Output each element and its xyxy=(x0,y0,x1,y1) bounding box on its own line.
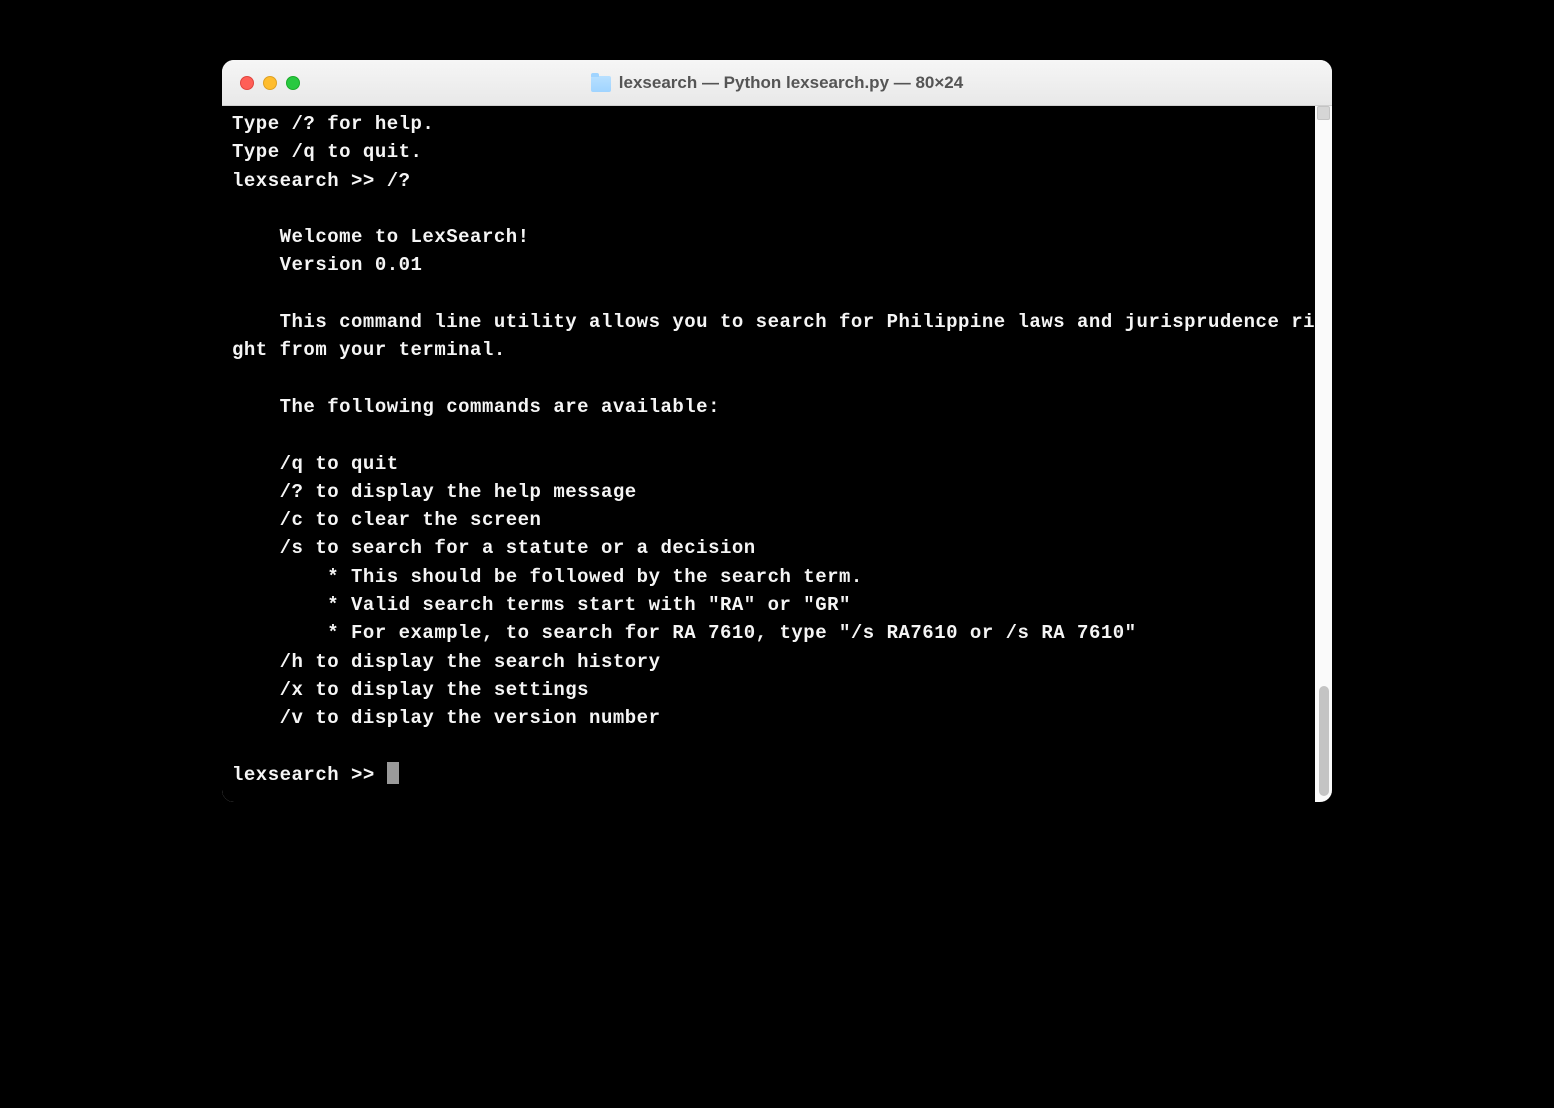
terminal-line: /c to clear the screen xyxy=(232,506,1322,534)
window-titlebar[interactable]: lexsearch — Python lexsearch.py — 80×24 xyxy=(222,60,1332,106)
traffic-lights xyxy=(222,76,300,90)
terminal-content[interactable]: Type /? for help.Type /q to quit.lexsear… xyxy=(222,106,1332,802)
terminal-line: /v to display the version number xyxy=(232,704,1322,732)
terminal-line xyxy=(232,280,1322,308)
terminal-line: /s to search for a statute or a decision xyxy=(232,534,1322,562)
maximize-button[interactable] xyxy=(286,76,300,90)
terminal-line: /x to display the settings xyxy=(232,676,1322,704)
terminal-line xyxy=(232,421,1322,449)
terminal-line: Version 0.01 xyxy=(232,251,1322,279)
minimize-button[interactable] xyxy=(263,76,277,90)
terminal-line: Welcome to LexSearch! xyxy=(232,223,1322,251)
terminal-line: /q to quit xyxy=(232,450,1322,478)
close-button[interactable] xyxy=(240,76,254,90)
terminal-line: This command line utility allows you to … xyxy=(232,308,1322,365)
terminal-line: /? to display the help message xyxy=(232,478,1322,506)
terminal-prompt[interactable]: lexsearch >> xyxy=(232,761,1322,789)
folder-icon xyxy=(591,76,611,92)
terminal-line xyxy=(232,365,1322,393)
terminal-line: * For example, to search for RA 7610, ty… xyxy=(232,619,1322,647)
terminal-line: Type /? for help. xyxy=(232,110,1322,138)
window-title-text: lexsearch — Python lexsearch.py — 80×24 xyxy=(619,73,963,93)
scrollbar-indicator-icon xyxy=(1317,106,1330,120)
prompt-text: lexsearch >> xyxy=(232,764,387,786)
cursor-icon xyxy=(387,762,399,784)
terminal-line: * This should be followed by the search … xyxy=(232,563,1322,591)
terminal-line: * Valid search terms start with "RA" or … xyxy=(232,591,1322,619)
window-title: lexsearch — Python lexsearch.py — 80×24 xyxy=(222,73,1332,93)
terminal-line: Type /q to quit. xyxy=(232,138,1322,166)
terminal-line: /h to display the search history xyxy=(232,648,1322,676)
scrollbar-thumb[interactable] xyxy=(1319,686,1329,796)
scrollbar[interactable] xyxy=(1315,106,1332,802)
terminal-line xyxy=(232,195,1322,223)
terminal-line xyxy=(232,733,1322,761)
terminal-window: lexsearch — Python lexsearch.py — 80×24 … xyxy=(222,60,1332,802)
terminal-line: The following commands are available: xyxy=(232,393,1322,421)
terminal-line: lexsearch >> /? xyxy=(232,167,1322,195)
